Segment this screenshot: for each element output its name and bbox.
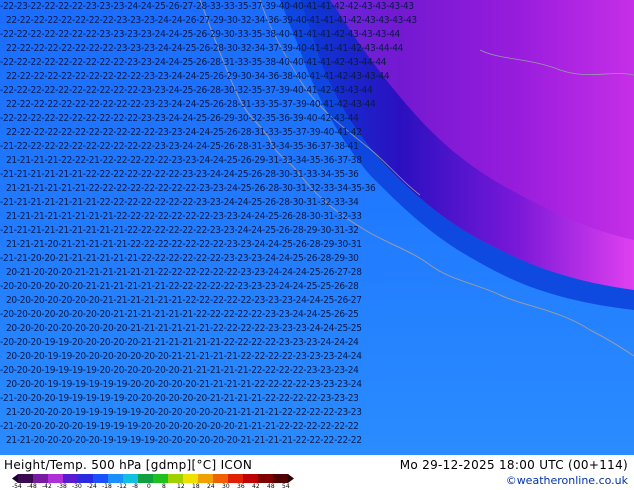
- colorbar-ticks: -54 -48 -42 -38 -30 -24 -18 -12 -8 0 8 12 18 24 30 36 42…: [12, 483, 304, 490]
- colorbar-arrow-right: [288, 474, 294, 483]
- colorbar-segment: [18, 474, 34, 483]
- colorbar-segment: [123, 474, 139, 483]
- colorbar-tick-label: 48: [267, 483, 275, 490]
- colorbar-tick-label: 8: [162, 483, 166, 490]
- colorbar-tick-label: -18: [102, 483, 112, 490]
- map-title: Height/Temp. 500 hPa [gdmp][°C] ICON: [4, 458, 253, 472]
- colorbar-tick-label: -24: [87, 483, 97, 490]
- colorbar-segment: [213, 474, 229, 483]
- credit-link[interactable]: ©weatheronline.co.uk: [506, 474, 628, 487]
- colorbar-tick-label: 24: [207, 483, 215, 490]
- colorbar-segment: [33, 474, 49, 483]
- colorbar-segment: [153, 474, 169, 483]
- colorbar-tick-label: -8: [132, 483, 138, 490]
- colorbar-segment: [198, 474, 214, 483]
- colorbar-tick-label: -42: [42, 483, 52, 490]
- colorbar-segment: [138, 474, 154, 483]
- temperature-map: -22-23-22-22-22-22-23-23-23-24-24-25-26-…: [0, 0, 634, 455]
- colorbar-tick-label: 36: [237, 483, 245, 490]
- colorbar-tick-label: 30: [222, 483, 230, 490]
- colorbar-segment: [63, 474, 79, 483]
- colorbar-tick-label: -48: [27, 483, 37, 490]
- colorbar-segment: [273, 474, 289, 483]
- colorbar-arrow-left: [12, 474, 18, 483]
- colorbar: [12, 474, 294, 483]
- colorbar-tick-label: 42: [252, 483, 260, 490]
- colorbar-segment: [93, 474, 109, 483]
- colorbar-segment: [228, 474, 244, 483]
- colorbar-segment: [258, 474, 274, 483]
- colorbar-tick-label: 0: [147, 483, 151, 490]
- map-footer: Height/Temp. 500 hPa [gdmp][°C] ICON Mo …: [0, 455, 634, 490]
- colorbar-tick-label: -38: [57, 483, 67, 490]
- colorbar-segment: [78, 474, 94, 483]
- valid-time: Mo 29-12-2025 18:00 UTC (00+114): [399, 458, 628, 472]
- colorbar-tick-label: 12: [177, 483, 185, 490]
- colorbar-tick-label: 18: [192, 483, 200, 490]
- colorbar-segment: [168, 474, 184, 483]
- colorbar-segment: [243, 474, 259, 483]
- colorbar-tick-label: -30: [72, 483, 82, 490]
- colorbar-tick-label: -12: [117, 483, 127, 490]
- colorbar-segment: [183, 474, 199, 483]
- colorbar-tick-label: 54: [282, 483, 290, 490]
- colorbar-segment: [108, 474, 124, 483]
- map-fill-layer: [199, 0, 634, 357]
- colorbar-segment: [48, 474, 64, 483]
- colorbar-tick-label: -54: [12, 483, 22, 490]
